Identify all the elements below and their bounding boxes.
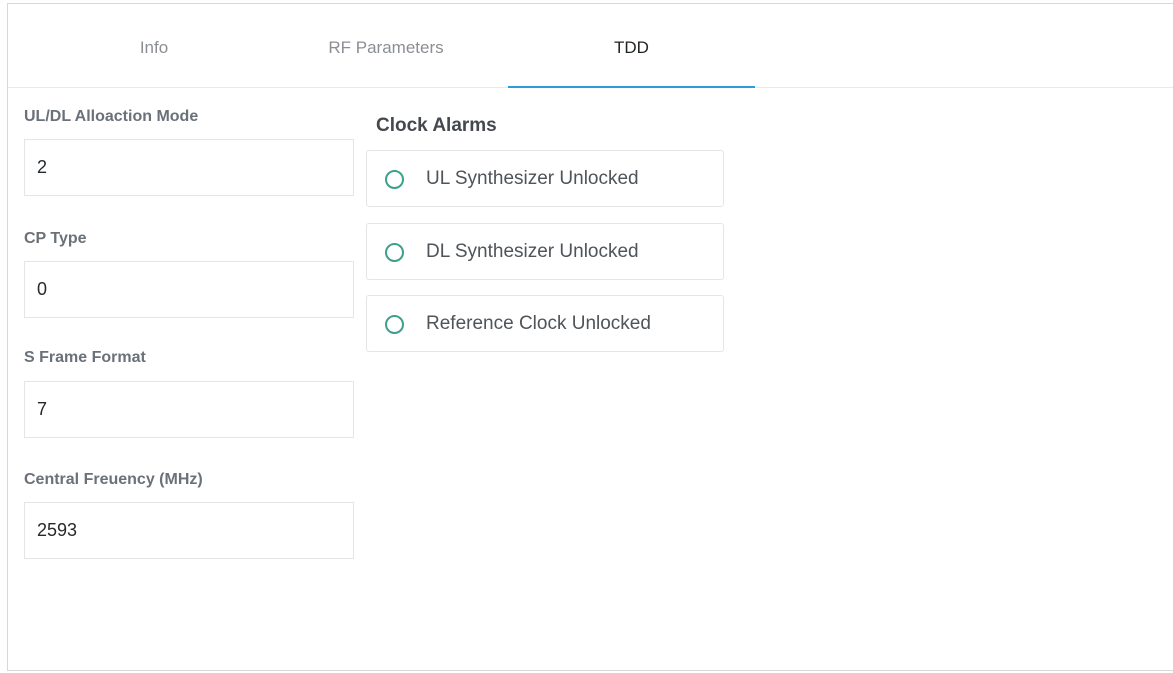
central-frequency-label: Central Freuency (MHz) (24, 471, 203, 488)
ul-dl-allocation-mode-input[interactable] (24, 139, 354, 196)
alarm-reference-clock-unlocked: Reference Clock Unlocked (366, 295, 724, 352)
active-tab-indicator (508, 86, 755, 88)
tab-tdd-label: TDD (614, 38, 649, 57)
central-frequency-input[interactable] (24, 502, 354, 559)
alarm-ul-synthesizer-unlocked: UL Synthesizer Unlocked (366, 150, 724, 207)
s-frame-format-label: S Frame Format (24, 349, 146, 366)
tab-rf-parameters[interactable]: RF Parameters (264, 4, 508, 87)
alarm-label: UL Synthesizer Unlocked (426, 168, 639, 189)
s-frame-format-input[interactable] (24, 381, 354, 438)
tdd-panel: Info RF Parameters TDD UL/DL Alloaction … (7, 3, 1173, 671)
tab-info-label: Info (139, 38, 169, 57)
alarm-label: DL Synthesizer Unlocked (426, 241, 639, 262)
tab-tdd[interactable]: TDD (508, 4, 755, 88)
status-indicator-icon (385, 243, 404, 262)
ul-dl-allocation-mode-label: UL/DL Alloaction Mode (24, 108, 199, 125)
status-indicator-icon (385, 315, 404, 334)
cp-type-label: CP Type (24, 230, 87, 247)
clock-alarms-title: Clock Alarms (376, 115, 497, 136)
tab-info[interactable]: Info (44, 4, 264, 87)
status-indicator-icon (385, 170, 404, 189)
tab-rf-parameters-label: RF Parameters (328, 38, 444, 57)
tab-bar: Info RF Parameters TDD (8, 4, 1173, 88)
cp-type-input[interactable] (24, 261, 354, 318)
alarm-label: Reference Clock Unlocked (426, 313, 651, 334)
alarm-dl-synthesizer-unlocked: DL Synthesizer Unlocked (366, 223, 724, 280)
